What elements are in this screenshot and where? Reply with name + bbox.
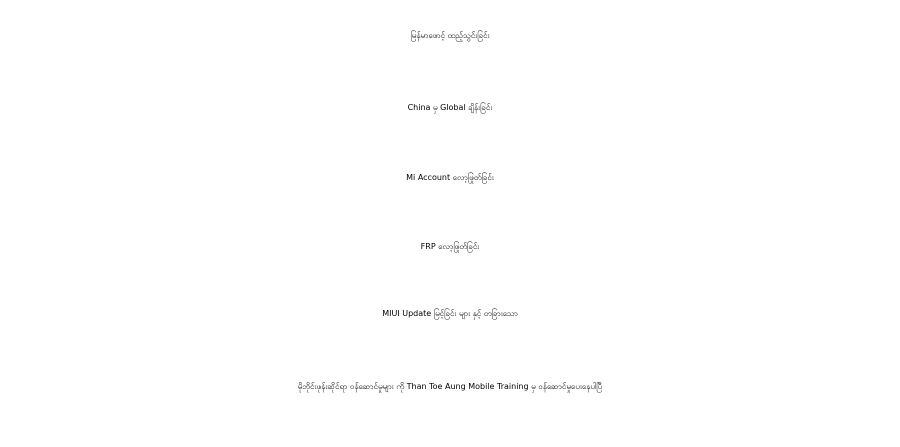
headline-frp-unlock: FRP လော့ဖြုတ်ခြင်း [420, 242, 480, 251]
headline-mi-account-unlock: Mi Account လော့ဖြုတ်ခြင်း [406, 173, 494, 182]
headline-myanmar-font-install: မြန်မာဖောင့် ထည့်သွင်းခြင်း [410, 31, 490, 40]
footer-service-note: မိုဘိုင်းဖုန်းဆိုင်ရာ ဝန်ဆောင်မှုများ ကိ… [297, 382, 603, 391]
headline-china-to-global: China မှ Global ချိန်းခြင်း [407, 103, 493, 112]
headline-miui-update: MIUI Update မြင့်ခြင်း များ နှင့် တခြားသ… [382, 309, 518, 318]
service-banner: မြန်မာဖောင့် ထည့်သွင်းခြင်း China မှ Glo… [0, 0, 900, 447]
